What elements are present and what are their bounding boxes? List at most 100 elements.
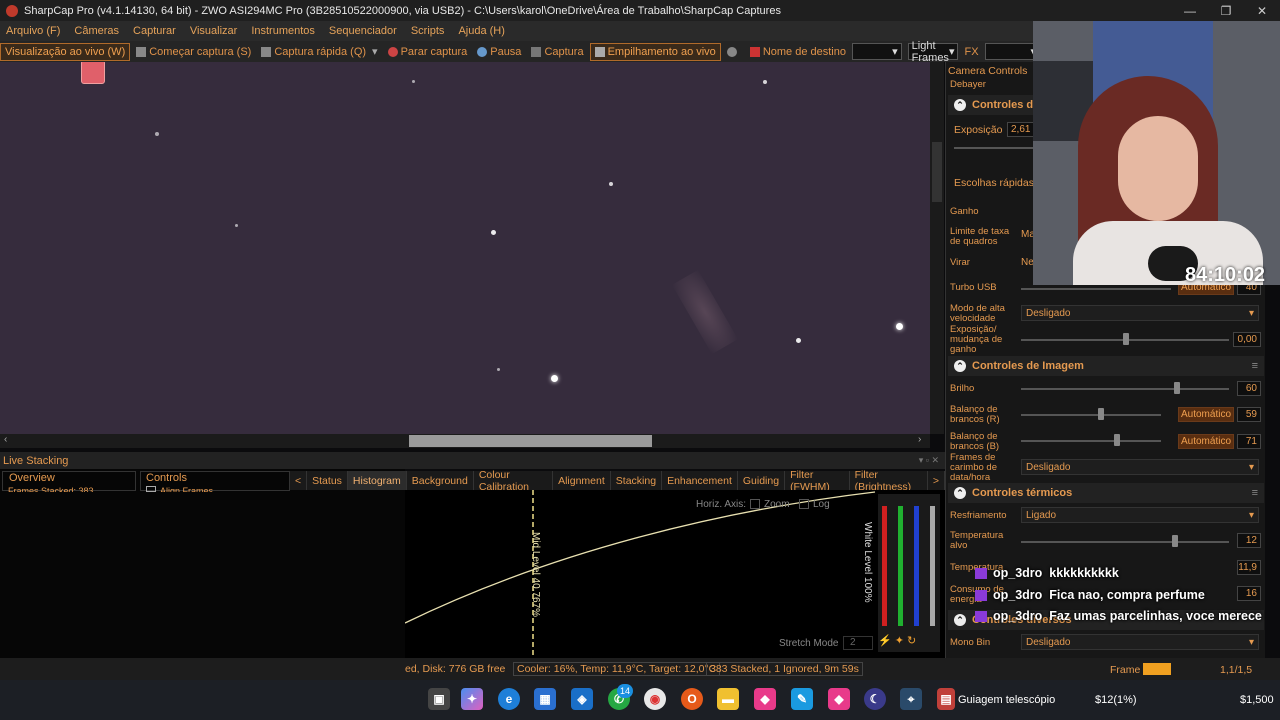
log-checkbox[interactable] xyxy=(799,499,809,509)
chat-message: op_3dro kkkkkkkkkk xyxy=(975,566,1119,580)
maximize-button[interactable]: ❐ xyxy=(1208,0,1244,21)
tab-scroll-left[interactable]: < xyxy=(290,471,308,490)
stop-capture-button[interactable]: Parar captura xyxy=(384,43,472,61)
exp-gain-change-knob[interactable] xyxy=(1123,333,1129,345)
blue-level-bar[interactable] xyxy=(914,506,919,626)
wb-b-slider[interactable] xyxy=(1021,440,1161,442)
target-name-select[interactable]: ▾ xyxy=(851,43,902,60)
timestamp-select[interactable]: Desligado ▾ xyxy=(1021,459,1259,475)
high-speed-select[interactable]: Desligado ▾ xyxy=(1021,305,1259,321)
collapse-icon[interactable]: ⌃ xyxy=(954,487,966,499)
brightness-slider[interactable] xyxy=(1021,388,1229,390)
capture-button[interactable]: Captura xyxy=(527,43,587,61)
menu-scripts[interactable]: Scripts xyxy=(405,25,453,37)
menu-capture[interactable]: Capturar xyxy=(127,25,184,37)
target-temp-slider[interactable] xyxy=(1021,541,1229,543)
wb-b-value[interactable]: 71 xyxy=(1237,434,1261,449)
exp-gain-change-value[interactable]: 0,00 xyxy=(1233,332,1261,347)
app-pink-icon[interactable]: ◆ xyxy=(754,688,776,710)
collapse-icon[interactable]: ⌃ xyxy=(954,614,966,626)
histogram-panel[interactable]: Horiz. Axis: Zoom Log Mid Level 40.767% … xyxy=(405,490,945,658)
cooling-select[interactable]: Ligado ▾ xyxy=(1021,507,1259,523)
minimize-button[interactable]: — xyxy=(1172,0,1208,21)
copilot-icon[interactable]: ✦ xyxy=(461,688,483,710)
wb-b-auto-button[interactable]: Automático xyxy=(1178,434,1234,449)
task-view-icon[interactable]: ▣ xyxy=(428,688,450,710)
guiding-task-label[interactable]: Guiagem telescópio xyxy=(958,694,1055,706)
folder-icon[interactable]: ▬ xyxy=(717,688,739,710)
red-level-bar[interactable] xyxy=(882,506,887,626)
stellarium-icon[interactable]: ☾ xyxy=(864,688,886,710)
tab-background[interactable]: Background xyxy=(407,471,474,490)
vertical-scrollbar[interactable] xyxy=(930,62,944,434)
tab-enhancement[interactable]: Enhancement xyxy=(662,471,738,490)
stretch-mode-select[interactable]: 2 xyxy=(843,636,873,650)
phd-guiding-icon[interactable]: ▤ xyxy=(937,688,955,710)
edge-icon[interactable]: e xyxy=(498,688,520,710)
app-blue-icon[interactable]: ✎ xyxy=(791,688,813,710)
store-icon[interactable]: ▦ xyxy=(534,688,556,710)
tab-alignment[interactable]: Alignment xyxy=(553,471,611,490)
green-level-bar[interactable] xyxy=(898,506,903,626)
live-view-button[interactable]: Visualização ao vivo (W) xyxy=(0,42,131,61)
tab-colour-calibration[interactable]: Colour Calibration xyxy=(474,469,554,493)
vertical-scroll-thumb[interactable] xyxy=(932,142,942,202)
brightness-knob[interactable] xyxy=(1174,382,1180,394)
brightness-value[interactable]: 60 xyxy=(1237,381,1261,396)
target-temp-value[interactable]: 12 xyxy=(1237,533,1261,548)
panel-window-icons[interactable]: ▾ ▫ ✕ xyxy=(919,455,939,466)
app-scope-icon[interactable]: ⌖ xyxy=(900,688,922,710)
quick-capture-button[interactable]: Captura rápida (Q) ▾ xyxy=(257,43,381,61)
exp-gain-change-label: Exposição/ mudança de ganho xyxy=(950,324,1003,355)
usb-turbo-slider[interactable] xyxy=(1021,288,1171,290)
tab-status[interactable]: Status xyxy=(307,471,348,490)
level-sliders[interactable]: ⚡ ✦ ↻ xyxy=(878,494,940,652)
wb-r-auto-button[interactable]: Automático xyxy=(1178,407,1234,422)
menu-icon[interactable]: ≡ xyxy=(1252,487,1258,499)
mono-bin-select[interactable]: Desligado ▾ xyxy=(1021,634,1259,650)
close-button[interactable]: ✕ xyxy=(1244,0,1280,21)
exposure-slider[interactable] xyxy=(954,147,1034,149)
level-tool-icons[interactable]: ⚡ ✦ ↻ xyxy=(878,634,940,650)
app-icon[interactable]: ◈ xyxy=(571,688,593,710)
start-capture-button[interactable]: Começar captura (S) xyxy=(132,43,255,61)
live-image-view[interactable] xyxy=(0,62,930,434)
chrome-icon[interactable]: ◉ xyxy=(644,688,666,710)
frame-type-select[interactable]: Light Frames ▾ xyxy=(907,40,959,64)
tab-stacking[interactable]: Stacking xyxy=(611,471,663,490)
collapse-icon[interactable]: ⌃ xyxy=(954,360,966,372)
zoom-checkbox[interactable] xyxy=(750,499,760,509)
tab-filter-brightness[interactable]: Filter (Brightness) xyxy=(850,469,928,493)
menu-view[interactable]: Visualizar xyxy=(184,25,246,37)
menu-help[interactable]: Ajuda (H) xyxy=(452,25,512,37)
overlay-tool-icon[interactable] xyxy=(81,62,105,84)
wb-r-value[interactable]: 59 xyxy=(1237,407,1261,422)
fx-select[interactable]: ▾ xyxy=(984,43,1040,60)
menu-file[interactable]: Arquivo (F) xyxy=(0,25,68,37)
menu-icon[interactable]: ≡ xyxy=(1252,360,1258,372)
flip-value[interactable]: Ne xyxy=(1021,257,1034,268)
menu-cameras[interactable]: Câmeras xyxy=(68,25,127,37)
wb-r-slider[interactable] xyxy=(1021,414,1161,416)
image-controls-header[interactable]: ⌃ Controles de Imagem ≡ xyxy=(948,356,1264,376)
app-pink2-icon[interactable]: ◆ xyxy=(828,688,850,710)
tab-filter-fwhm[interactable]: Filter (FWHM) xyxy=(785,469,850,493)
collapse-icon[interactable]: ⌃ xyxy=(954,99,966,111)
wb-r-knob[interactable] xyxy=(1098,408,1104,420)
menu-sequencer[interactable]: Sequenciador xyxy=(323,25,405,37)
tab-scroll-right[interactable]: > xyxy=(928,471,945,490)
thermal-controls-header[interactable]: ⌃ Controles térmicos ≡ xyxy=(948,483,1264,503)
luminance-level-bar[interactable] xyxy=(930,506,935,626)
menu-tools[interactable]: Instrumentos xyxy=(245,25,323,37)
tab-histogram[interactable]: Histogram xyxy=(347,471,407,490)
tab-guiding[interactable]: Guiding xyxy=(738,471,786,490)
align-frames-checkbox[interactable] xyxy=(146,486,156,492)
wb-b-knob[interactable] xyxy=(1114,434,1120,446)
pause-button[interactable]: Pausa xyxy=(473,43,525,61)
horizontal-scroll-thumb[interactable] xyxy=(409,435,652,447)
scroll-right-icon[interactable]: › xyxy=(918,434,921,445)
target-temp-knob[interactable] xyxy=(1172,535,1178,547)
scroll-left-icon[interactable]: ‹ xyxy=(4,434,7,445)
live-stack-button[interactable]: Empilhamento ao vivo xyxy=(589,42,721,61)
origin-icon[interactable]: O xyxy=(681,688,703,710)
